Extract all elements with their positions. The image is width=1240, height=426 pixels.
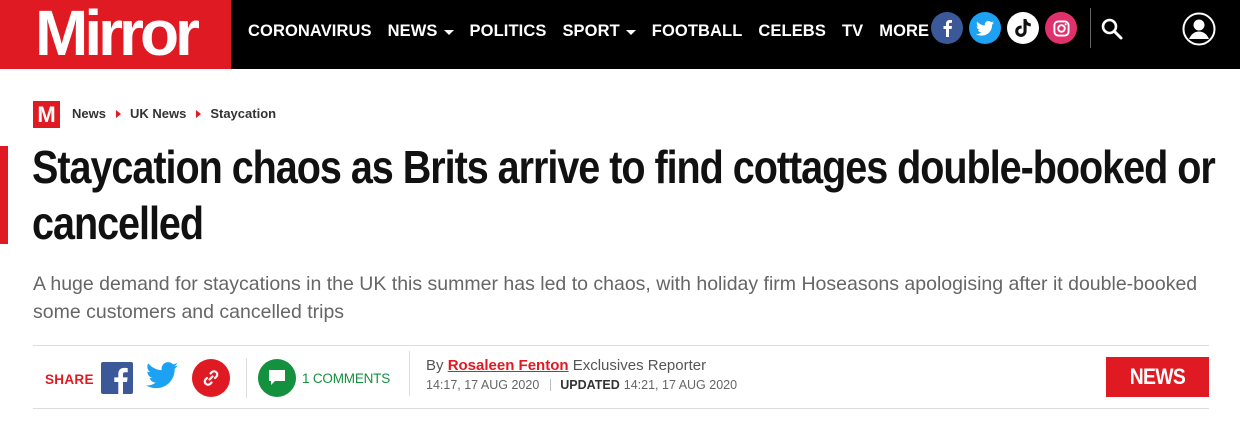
nav-item-celebs[interactable]: CELEBS bbox=[758, 22, 826, 41]
nav-divider bbox=[1090, 8, 1091, 48]
divider bbox=[33, 345, 1209, 346]
comment-bubble-icon bbox=[258, 359, 296, 397]
comments-count-label: 1 COMMENTS bbox=[302, 370, 391, 386]
nav-item-politics[interactable]: POLITICS bbox=[470, 22, 547, 41]
author-link[interactable]: Rosaleen Fenton bbox=[448, 357, 569, 374]
comments-button[interactable]: 1 COMMENTS bbox=[258, 359, 390, 397]
tiktok-icon[interactable] bbox=[1007, 12, 1039, 44]
twitter-icon[interactable] bbox=[969, 12, 1001, 44]
nav-item-coronavirus[interactable]: CORONAVIRUS bbox=[248, 22, 372, 41]
section-badge[interactable]: NEWS bbox=[1106, 357, 1209, 397]
divider bbox=[409, 351, 410, 396]
article-standfirst: A huge demand for staycations in the UK … bbox=[33, 273, 1198, 323]
nav-item-sport[interactable]: SPORT bbox=[562, 22, 636, 41]
share-facebook-icon[interactable] bbox=[101, 362, 133, 394]
article-dates: 14:17, 17 AUG 2020 UPDATED 14:21, 17 AUG… bbox=[426, 378, 737, 392]
published-time: 14:17, 17 AUG 2020 bbox=[426, 378, 540, 392]
chevron-right-icon bbox=[196, 109, 202, 118]
divider bbox=[33, 408, 1209, 409]
mirror-mark-icon[interactable]: M bbox=[33, 101, 60, 128]
facebook-icon[interactable] bbox=[931, 12, 963, 44]
breadcrumb: News UK News Staycation bbox=[72, 106, 276, 121]
chevron-down-icon bbox=[443, 29, 454, 35]
updated-time: 14:21, 17 AUG 2020 bbox=[623, 378, 738, 392]
breadcrumb-item-news[interactable]: News bbox=[72, 106, 106, 121]
logo-text: Mirror bbox=[35, 0, 200, 69]
instagram-icon[interactable] bbox=[1045, 12, 1077, 44]
share-label: SHARE bbox=[45, 372, 94, 387]
chevron-down-icon bbox=[625, 29, 636, 35]
share-twitter-icon[interactable] bbox=[146, 362, 180, 394]
search-icon[interactable] bbox=[1100, 17, 1124, 41]
nav-item-football[interactable]: FOOTBALL bbox=[652, 22, 743, 41]
mirror-logo[interactable]: Mirror bbox=[0, 0, 231, 69]
byline: By Rosaleen Fenton Exclusives Reporter bbox=[426, 357, 707, 374]
updated-label: UPDATED bbox=[560, 378, 620, 392]
headline-accent-bar bbox=[0, 146, 8, 244]
nav-item-tv[interactable]: TV bbox=[842, 22, 863, 41]
breadcrumb-item-uk-news[interactable]: UK News bbox=[130, 106, 186, 121]
divider bbox=[550, 379, 552, 391]
divider bbox=[246, 358, 247, 398]
top-nav-bar: Mirror CORONAVIRUS NEWS POLITICS SPORT F… bbox=[0, 0, 1240, 69]
nav-item-news[interactable]: NEWS bbox=[388, 22, 454, 41]
main-nav: CORONAVIRUS NEWS POLITICS SPORT FOOTBALL… bbox=[248, 0, 961, 62]
breadcrumb-item-staycation[interactable]: Staycation bbox=[210, 106, 276, 121]
author-role: Exclusives Reporter bbox=[572, 357, 707, 374]
article-headline: Staycation chaos as Brits arrive to find… bbox=[32, 141, 1216, 249]
copy-link-icon[interactable] bbox=[192, 359, 230, 397]
account-icon[interactable] bbox=[1182, 12, 1216, 46]
chevron-right-icon bbox=[115, 109, 121, 118]
